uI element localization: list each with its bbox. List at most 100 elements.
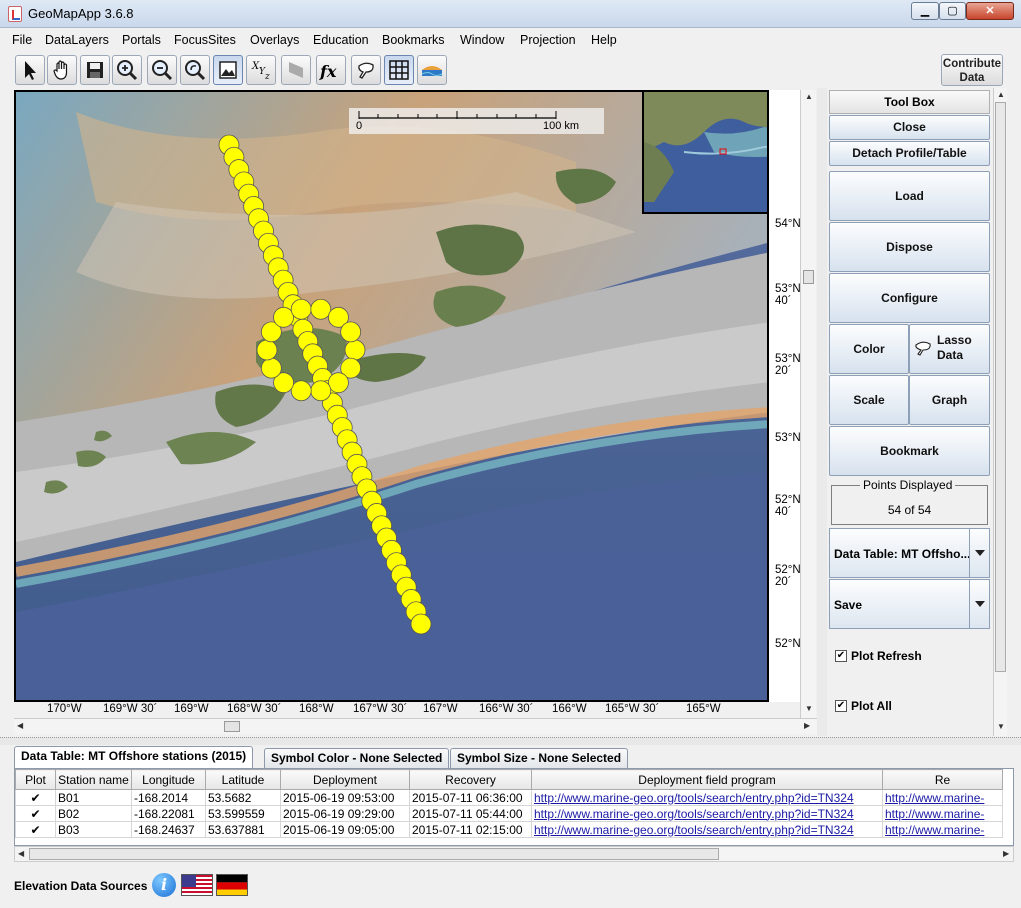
table-row[interactable]: ✔ B03 -168.24637 53.637881 2015-06-19 09:05:… — [15, 821, 1003, 838]
plot-checkbox[interactable]: ✔ — [15, 821, 56, 838]
close-toolbox-button[interactable]: Close — [829, 115, 990, 140]
horizontal-splitter[interactable] — [0, 737, 1021, 745]
program-link[interactable]: http://www.marine-geo.org/tools/search/e… — [531, 789, 883, 806]
zoom-back-icon[interactable] — [180, 55, 210, 85]
data-table-select[interactable]: Data Table: MT Offsho... — [829, 528, 990, 578]
configure-button[interactable]: Configure — [829, 273, 990, 323]
lat-label: 53°N — [775, 432, 801, 444]
station-point[interactable] — [273, 306, 294, 328]
column-header[interactable]: Latitude — [205, 769, 281, 790]
program-link[interactable]: http://www.marine- — [882, 821, 1003, 838]
program-link[interactable]: http://www.marine- — [882, 789, 1003, 806]
plot-checkbox[interactable]: ✔ — [15, 805, 56, 822]
grid-icon[interactable] — [384, 55, 414, 85]
station-point[interactable] — [256, 339, 278, 361]
save-select[interactable]: Save — [829, 579, 990, 629]
flag-icon[interactable] — [281, 55, 311, 85]
menu-help[interactable]: Help — [591, 33, 617, 47]
select-arrow-icon[interactable] — [15, 55, 45, 85]
station-point[interactable] — [310, 380, 332, 402]
svg-text:fx: fx — [319, 62, 337, 81]
fx-icon[interactable]: fx — [316, 55, 346, 85]
tab-symbol-size[interactable]: Symbol Size - None Selected — [450, 748, 629, 768]
points-displayed-value: 54 of 54 — [887, 503, 932, 517]
map-vertical-scrollbar[interactable]: ▲ ▼ — [800, 90, 816, 718]
station-point[interactable] — [290, 298, 312, 320]
station-point[interactable] — [290, 380, 312, 402]
us-flag-icon[interactable] — [181, 874, 213, 896]
column-header[interactable]: Deployment — [280, 769, 410, 790]
program-link[interactable]: http://www.marine- — [882, 805, 1003, 822]
lon-label: 166°W — [552, 703, 587, 715]
info-icon[interactable]: i — [152, 873, 176, 897]
plot-all-checkbox[interactable]: ✔ — [835, 700, 847, 712]
program-link[interactable]: http://www.marine-geo.org/tools/search/e… — [531, 805, 883, 822]
menu-portals[interactable]: Portals — [122, 33, 161, 47]
station-point[interactable] — [340, 321, 362, 343]
toolbox-scrollbar[interactable]: ▲ ▼ — [993, 88, 1007, 736]
layers-icon[interactable] — [417, 55, 447, 85]
column-header[interactable]: Longitude — [131, 769, 206, 790]
xyz-icon[interactable]: XYz — [246, 55, 276, 85]
minimize-button[interactable]: ▁ — [911, 2, 939, 20]
scale-start-label: 0 — [356, 120, 363, 132]
column-header[interactable]: Recovery — [409, 769, 532, 790]
menu-education[interactable]: Education — [313, 33, 369, 47]
tab-data-table[interactable]: Data Table: MT Offshore stations (2015) — [14, 746, 254, 768]
save-disk-icon[interactable] — [80, 55, 110, 85]
load-button[interactable]: Load — [829, 171, 990, 221]
table-row[interactable]: ✔ B02 -168.22081 53.599559 2015-06-19 09:29:… — [15, 805, 1003, 822]
program-link[interactable]: http://www.marine-geo.org/tools/search/e… — [531, 821, 883, 838]
station-point[interactable] — [328, 372, 349, 394]
table-cell: 53.599559 — [205, 805, 281, 822]
station-point[interactable] — [344, 339, 366, 361]
chevron-down-icon[interactable] — [969, 529, 989, 577]
menu-projection[interactable]: Projection — [520, 33, 576, 47]
table-horizontal-scrollbar[interactable]: ◀ ▶ — [14, 846, 1014, 862]
dispose-button[interactable]: Dispose — [829, 222, 990, 272]
chevron-down-icon[interactable] — [969, 580, 989, 628]
column-header[interactable]: Re — [882, 769, 1003, 790]
zoom-out-icon[interactable] — [147, 55, 177, 85]
station-point[interactable] — [260, 357, 282, 379]
menu-datalayers[interactable]: DataLayers — [45, 33, 109, 47]
plot-refresh-checkbox[interactable]: ✔ — [835, 650, 847, 662]
vertical-splitter[interactable] — [817, 88, 827, 736]
column-header[interactable]: Deployment field program — [531, 769, 883, 790]
contribute-data-button[interactable]: Contribute Data — [941, 54, 1003, 86]
station-point[interactable] — [310, 298, 332, 320]
inset-overview-map[interactable] — [642, 92, 767, 214]
plot-checkbox[interactable]: ✔ — [15, 789, 56, 806]
lasso-data-button[interactable]: Lasso Data — [909, 324, 990, 374]
map-canvas[interactable]: 0 100 km — [14, 90, 769, 702]
table-row[interactable]: ✔ B01 -168.2014 53.5682 2015-06-19 09:53:00 2… — [15, 789, 1003, 806]
detach-profile-table-button[interactable]: Detach Profile/Table — [829, 141, 990, 166]
image-frame-icon[interactable] — [213, 55, 243, 85]
menu-file[interactable]: File — [12, 33, 32, 47]
table-cell: 2015-07-11 02:15:00 — [409, 821, 532, 838]
longitude-axis: 170°W 169°W 30´ 169°W 168°W 30´ 168°W 16… — [14, 702, 804, 718]
pan-hand-icon[interactable] — [47, 55, 77, 85]
zoom-in-icon[interactable] — [112, 55, 142, 85]
menu-bookmarks[interactable]: Bookmarks — [382, 33, 445, 47]
close-window-button[interactable]: ✕ — [966, 2, 1014, 20]
menu-overlays[interactable]: Overlays — [250, 33, 299, 47]
german-flag-icon[interactable] — [216, 874, 248, 896]
color-button[interactable]: Color — [829, 324, 909, 374]
scale-button[interactable]: Scale — [829, 375, 909, 425]
column-header[interactable]: Station name — [55, 769, 132, 790]
table-cell: -168.2014 — [131, 789, 206, 806]
lon-label: 168°W — [299, 703, 334, 715]
maximize-button[interactable]: ▢ — [939, 2, 966, 20]
lon-label: 168°W 30´ — [227, 703, 282, 715]
graph-button[interactable]: Graph — [909, 375, 990, 425]
lasso-icon[interactable] — [351, 55, 381, 85]
bookmark-button[interactable]: Bookmark — [829, 426, 990, 476]
menu-focussites[interactable]: FocusSites — [174, 33, 236, 47]
station-point[interactable] — [410, 613, 432, 635]
map-horizontal-scrollbar[interactable]: ◀ ▶ — [14, 718, 817, 734]
column-header[interactable]: Plot — [15, 769, 56, 790]
tab-symbol-color[interactable]: Symbol Color - None Selected — [264, 748, 450, 768]
menu-window[interactable]: Window — [460, 33, 504, 47]
svg-text:z: z — [264, 72, 270, 82]
